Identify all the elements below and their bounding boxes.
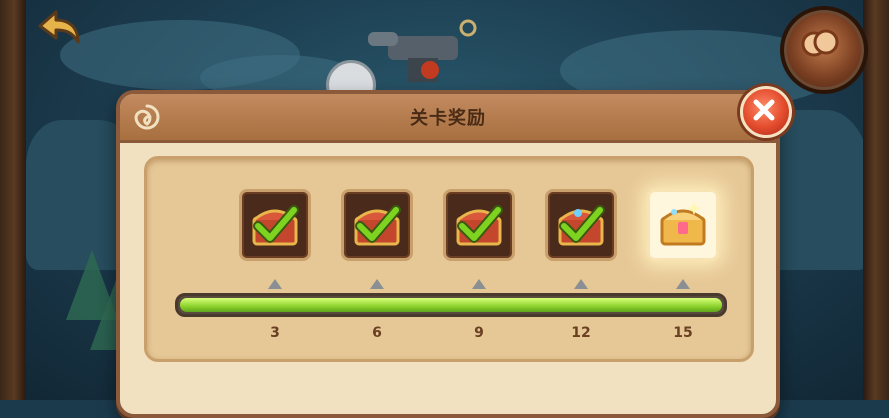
- level-rewards-dialog: 关卡奖励 3 6 9 12 15: [116, 86, 792, 418]
- milestone-label: 15: [673, 325, 693, 341]
- progress-fill: [180, 298, 722, 312]
- chest-checkmark-icon: [456, 205, 503, 246]
- milestone-marker: [268, 279, 282, 289]
- rewards-panel: 3 6 9 12 15: [144, 156, 754, 362]
- back-button[interactable]: [36, 8, 82, 48]
- chest-row: [147, 189, 751, 269]
- milestone-label: 9: [474, 325, 484, 341]
- frame-left: [0, 0, 26, 400]
- top-right-menu-button[interactable]: [780, 6, 868, 94]
- milestone-marker: [676, 279, 690, 289]
- chest-checkmark-icon: [252, 205, 299, 246]
- close-icon: [753, 99, 775, 121]
- milestone-label: 12: [571, 325, 591, 341]
- chest-checkmark-icon: [558, 205, 605, 246]
- back-arrow-icon: [38, 10, 80, 44]
- progress-bar: [175, 293, 727, 317]
- frame-right: [863, 0, 889, 400]
- close-button[interactable]: [740, 86, 792, 138]
- dialog-title: 关卡奖励: [410, 108, 486, 129]
- chest-checkmark-icon: [354, 205, 401, 246]
- reward-chest-15[interactable]: [647, 189, 719, 261]
- milestone-marker: [472, 279, 486, 289]
- milestone-label: 3: [270, 325, 280, 341]
- milestone-marker: [574, 279, 588, 289]
- reward-chest-3[interactable]: [239, 189, 311, 261]
- reward-chest-6[interactable]: [341, 189, 413, 261]
- chest-glowing-icon: [660, 202, 706, 246]
- dialog-header: 关卡奖励: [120, 94, 776, 143]
- reward-chest-9[interactable]: [443, 189, 515, 261]
- milestone-label: 6: [372, 325, 382, 341]
- reward-chest-12[interactable]: [545, 189, 617, 261]
- milestone-marker: [370, 279, 384, 289]
- round-menu-icon: [801, 29, 839, 57]
- anvil-icon: [368, 19, 477, 82]
